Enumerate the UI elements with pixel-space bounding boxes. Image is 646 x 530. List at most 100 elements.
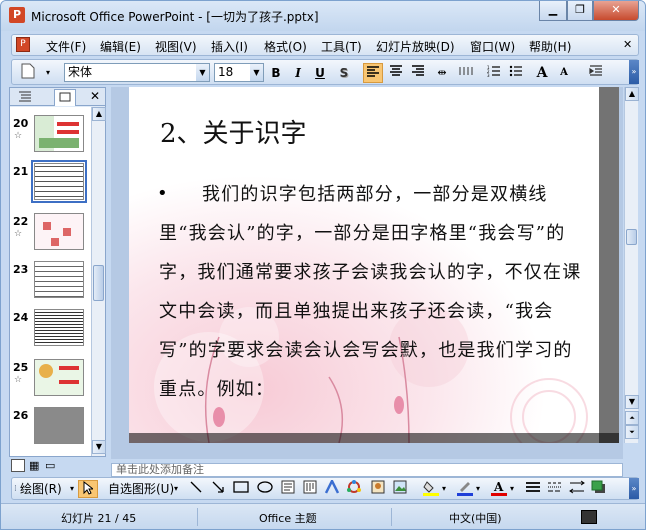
shrink-font-button[interactable]: A [554, 63, 574, 83]
bold-button[interactable]: B [266, 63, 286, 83]
font-size-select[interactable]: 18 ▼ [214, 63, 264, 82]
chevron-down-icon[interactable]: ▾ [476, 480, 480, 498]
align-right-icon[interactable] [408, 63, 428, 83]
thumbnails-scrollbar[interactable]: ▲ ▼ [91, 107, 106, 456]
chevron-down-icon[interactable]: ▼ [196, 64, 209, 81]
slide-thumbnail-20[interactable]: 20 ☆ [10, 113, 96, 158]
close-button[interactable]: ✕ [593, 1, 639, 21]
formatting-toolbar: ▾ ⁞ 宋体 ▼ 18 ▼ B I U S ⇹ 123 [11, 59, 639, 85]
powerpoint-app-icon[interactable]: P [9, 7, 25, 23]
line-color-icon[interactable] [456, 480, 474, 498]
chevron-down-icon[interactable]: ▾ [510, 480, 514, 498]
font-color-icon[interactable]: A [490, 480, 508, 498]
wordart-icon[interactable] [324, 478, 340, 498]
slide-thumbnail-21[interactable]: 21 [10, 160, 96, 206]
font-size-value: 18 [218, 65, 234, 79]
notes-pane[interactable]: 单击此处添加备注 [111, 463, 623, 477]
new-icon[interactable] [18, 63, 38, 83]
slide-counter: 幻灯片 21 / 45 [61, 512, 137, 525]
slide-thumbnail-26[interactable]: 26 [10, 405, 96, 450]
scroll-up-icon[interactable]: ▲ [92, 107, 106, 121]
clipart-icon[interactable] [370, 480, 386, 498]
menu-slideshow[interactable]: 幻灯片放映(D) [376, 38, 455, 55]
next-slide-icon[interactable]: ⏷ [625, 425, 639, 439]
normal-view-icon[interactable] [11, 459, 25, 472]
font-name-select[interactable]: 宋体 ▼ [64, 63, 210, 82]
animation-star-icon: ☆ [14, 375, 23, 385]
menu-format[interactable]: 格式(O) [264, 38, 307, 55]
line-style-icon[interactable] [524, 480, 542, 498]
select-pointer-icon[interactable] [78, 480, 98, 498]
chevron-down-icon[interactable]: ▾ [442, 480, 446, 498]
spelling-status-icon[interactable] [581, 510, 597, 524]
menu-tools[interactable]: 工具(T) [321, 38, 362, 55]
columns-icon[interactable] [456, 63, 476, 83]
close-pane-icon[interactable]: ✕ [90, 89, 100, 103]
menu-file[interactable]: 文件(F) [46, 38, 86, 55]
menu-view[interactable]: 视图(V) [155, 38, 197, 55]
restore-button[interactable]: ❐ [567, 1, 593, 21]
align-left-icon[interactable] [363, 63, 383, 83]
align-center-icon[interactable] [386, 63, 406, 83]
chevron-down-icon[interactable]: ▼ [250, 64, 263, 81]
scroll-down-icon[interactable]: ▼ [625, 395, 639, 409]
chevron-down-icon[interactable]: ▾ [70, 480, 74, 498]
chevron-down-icon[interactable]: ▾ [174, 480, 178, 498]
underline-button[interactable]: U [310, 63, 330, 83]
main-scrollbar[interactable]: ▲ ▼ ⏶ ⏷ [624, 87, 639, 443]
slideshow-view-icon[interactable]: ▭ [45, 459, 55, 472]
dash-style-icon[interactable] [546, 480, 564, 498]
grow-font-button[interactable]: A [532, 63, 552, 83]
autoshapes-menu[interactable]: 自选图形(U) [108, 480, 174, 498]
status-bar: 幻灯片 21 / 45 Office 主题 中文(中国) [1, 503, 645, 529]
shadow-button[interactable]: S [334, 63, 354, 83]
slides-tab-icon[interactable] [54, 89, 76, 106]
menu-help[interactable]: 帮助(H) [529, 38, 571, 55]
slide-thumbnail-22[interactable]: 22 ☆ [10, 211, 96, 256]
draw-menu[interactable]: 绘图(R) [20, 480, 62, 498]
distributed-icon[interactable]: ⇹ [432, 63, 452, 83]
document-icon[interactable]: P [16, 37, 30, 52]
slide-body-text[interactable]: 我们的识字包括两部分，一部分是双横线里“我会认”的字，一部分是田字格里“我会写”… [159, 175, 589, 409]
line-icon[interactable] [188, 480, 204, 498]
numbering-icon[interactable]: 123 [484, 63, 504, 83]
scroll-thumb[interactable] [626, 229, 637, 245]
diagram-icon[interactable] [346, 480, 362, 498]
outline-tab-icon[interactable] [18, 90, 38, 104]
indent-icon[interactable] [586, 63, 606, 83]
menu-window[interactable]: 窗口(W) [470, 38, 515, 55]
minimize-button[interactable]: ▁ [539, 1, 567, 21]
oval-icon[interactable] [256, 480, 274, 498]
menu-edit[interactable]: 编辑(E) [100, 38, 141, 55]
picture-icon[interactable] [392, 480, 408, 498]
toolbar-overflow-icon[interactable]: » [629, 60, 639, 84]
toolbar-options-icon[interactable]: ▾ [38, 63, 58, 83]
menu-bar: P 文件(F) 编辑(E) 视图(V) 插入(I) 格式(O) 工具(T) 幻灯… [11, 34, 639, 56]
rectangle-icon[interactable] [232, 480, 250, 498]
scroll-thumb[interactable] [93, 265, 104, 301]
slide-number: 24 [13, 311, 29, 324]
previous-slide-icon[interactable]: ⏶ [625, 411, 639, 425]
arrow-style-icon[interactable] [568, 480, 586, 498]
scroll-down-icon[interactable]: ▼ [92, 440, 106, 454]
theme-name: Office 主题 [259, 512, 317, 525]
bullets-icon[interactable] [506, 63, 526, 83]
shadow-style-icon[interactable] [590, 480, 608, 498]
slide-number: 26 [13, 409, 29, 422]
close-document-icon[interactable]: ✕ [623, 38, 632, 51]
fill-color-icon[interactable] [422, 480, 440, 498]
scroll-up-icon[interactable]: ▲ [625, 87, 639, 101]
slide-thumbnail-25[interactable]: 25 ☆ [10, 357, 96, 402]
vertical-textbox-icon[interactable] [302, 480, 318, 498]
menu-insert[interactable]: 插入(I) [211, 38, 248, 55]
arrow-icon[interactable] [210, 480, 226, 498]
toolbar-overflow-icon[interactable]: » [629, 478, 639, 499]
slide-thumbnail-23[interactable]: 23 [10, 259, 96, 304]
slide-sorter-view-icon[interactable]: ▦ [29, 459, 39, 472]
slide-canvas[interactable]: 2、关于识字 • 我们的识字包括两部分，一部分是双横线里“我会认”的字，一部分是… [129, 87, 619, 443]
italic-button[interactable]: I [288, 63, 308, 83]
slide-thumbnail-24[interactable]: 24 [10, 307, 96, 352]
slide-number: 25 [13, 361, 29, 374]
textbox-icon[interactable] [280, 480, 296, 498]
slide-title[interactable]: 2、关于识字 [160, 113, 307, 150]
